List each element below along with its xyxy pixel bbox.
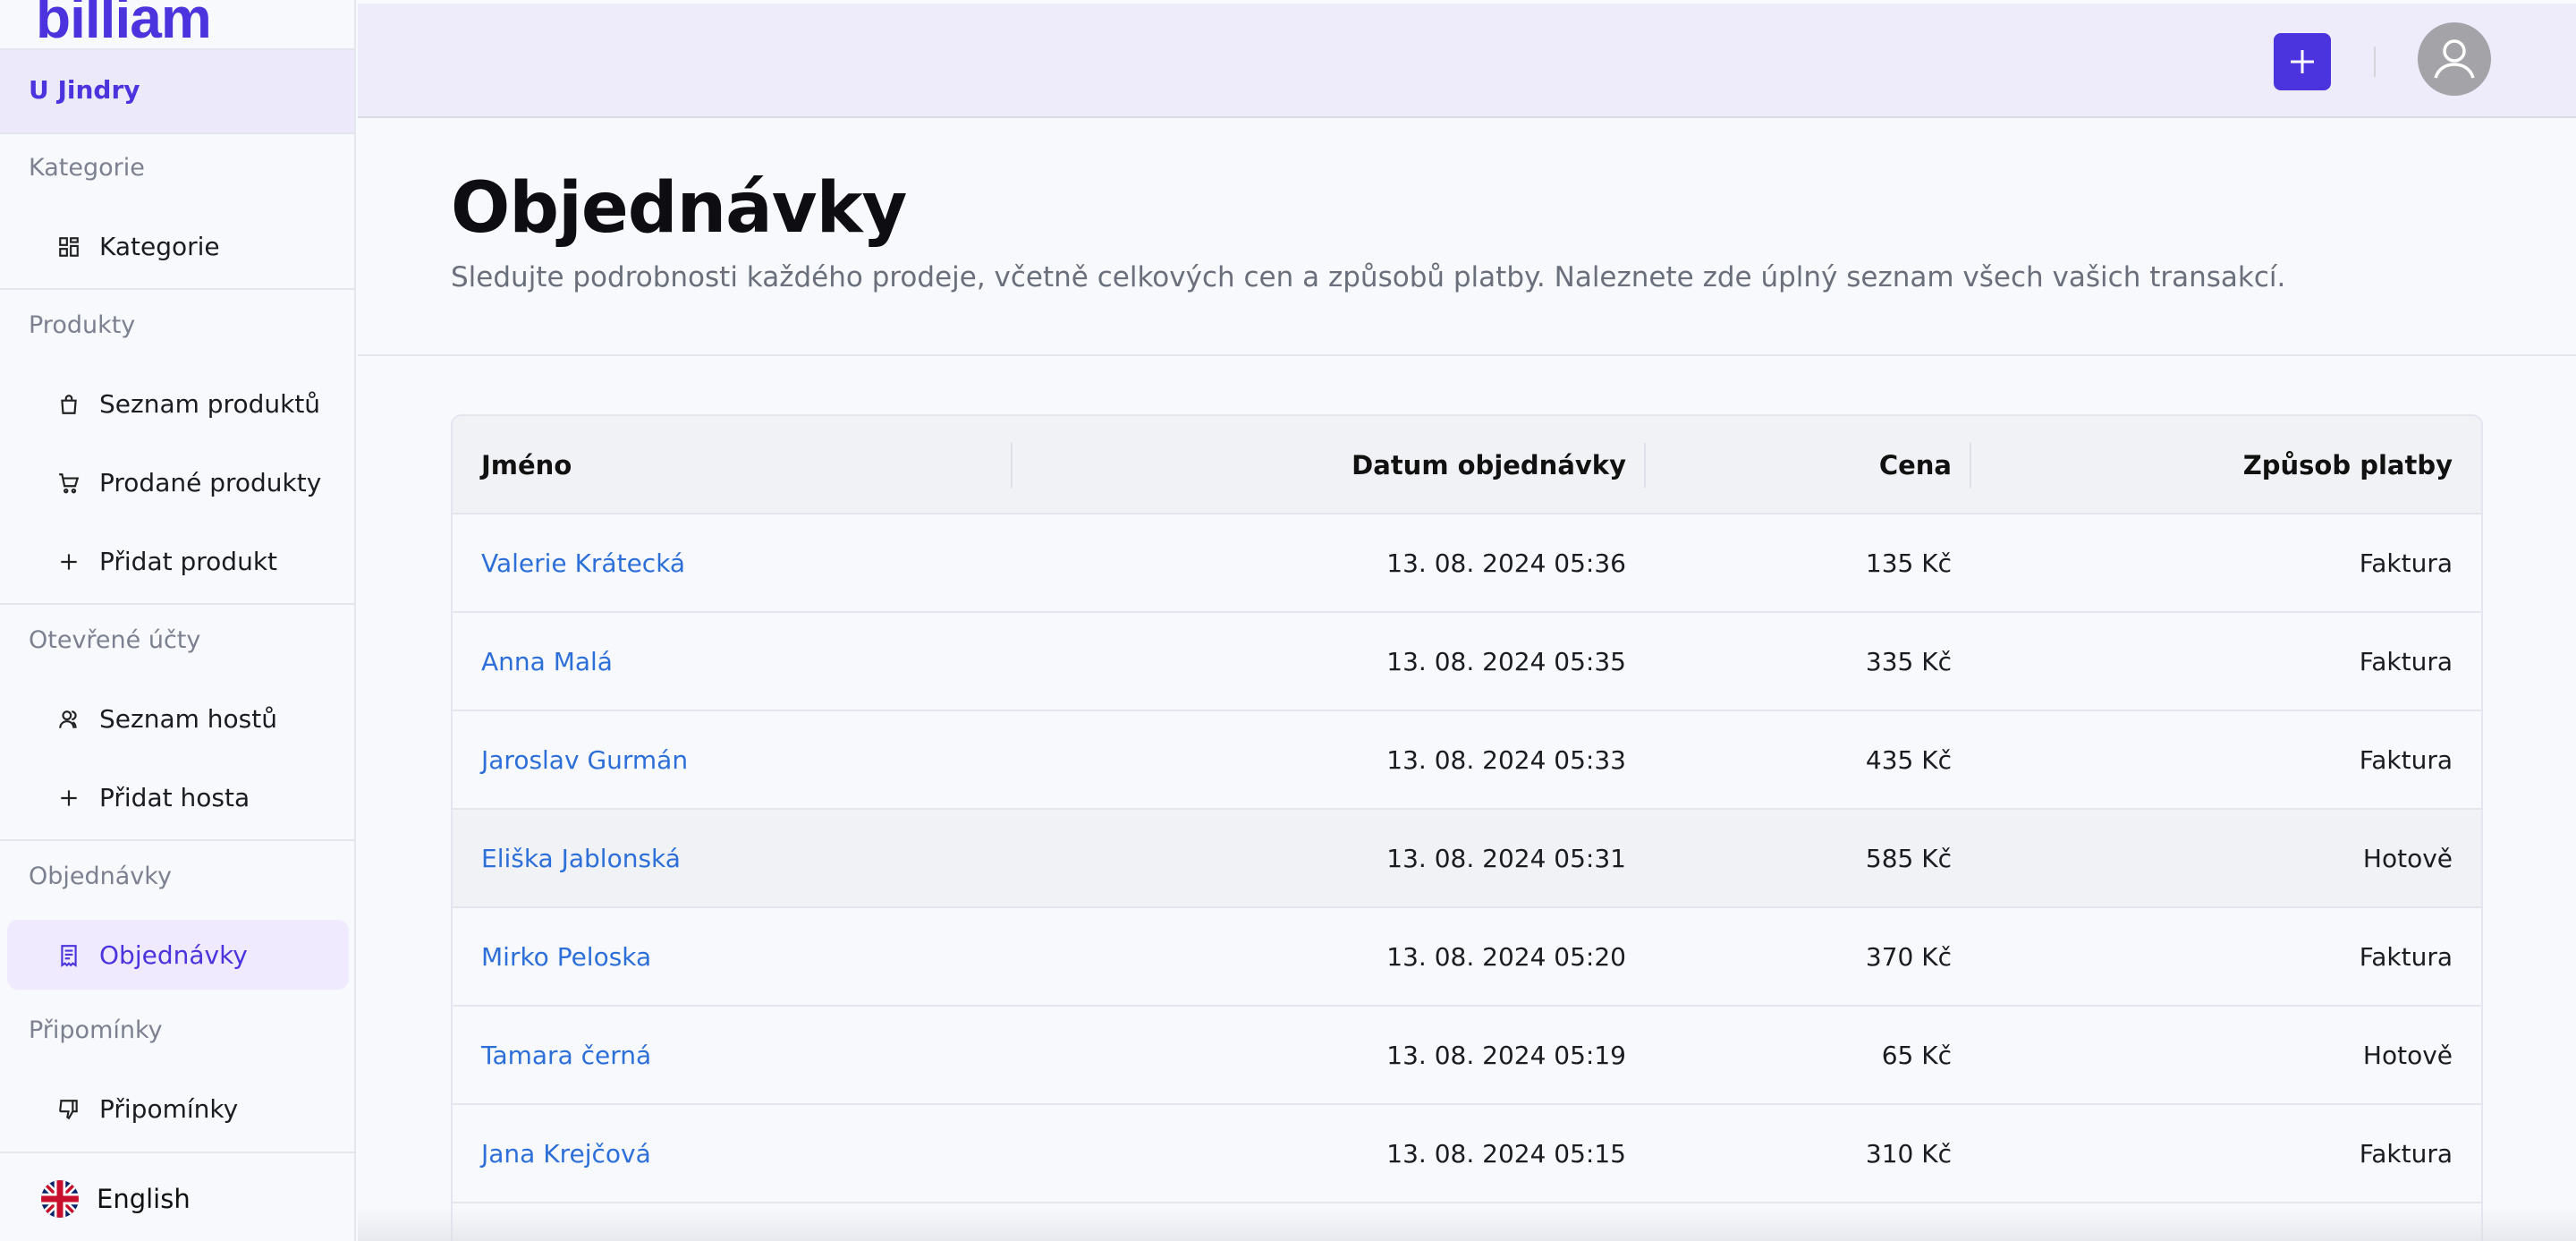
sidebar-item-label: Objednávky — [99, 939, 248, 970]
column-separator — [1970, 443, 1971, 488]
sidebar-item-label: Kategorie — [99, 231, 220, 261]
plus-icon — [61, 554, 77, 570]
orders-table: Jméno Datum objednávky Cena Způsob platb… — [451, 414, 2483, 1241]
app: billiam U Jindry Kategorie Kategorie Pro… — [0, 0, 2576, 1241]
sidebar-item-label: Připomínky — [99, 1093, 239, 1124]
table-row[interactable]: Mirko Peloska 13. 08. 2024 05:20 370 Kč … — [453, 908, 2481, 1007]
customer-name-link[interactable]: Anna Malá — [481, 613, 613, 711]
section-title-kategorie: Kategorie — [29, 154, 145, 182]
divider — [0, 839, 354, 841]
order-date: 13. 08. 2024 05:35 — [1386, 647, 1626, 676]
page-description: Sledujte podrobnosti každého prodeje, vč… — [451, 261, 2286, 293]
divider — [0, 603, 354, 605]
table-row[interactable]: Jaroslav Gurmán 13. 08. 2024 05:33 435 K… — [453, 711, 2481, 810]
column-separator — [1644, 443, 1646, 488]
uk-flag-icon — [41, 1180, 79, 1218]
sidebar-item-objednavky[interactable]: Objednávky — [7, 920, 349, 990]
order-date: 13. 08. 2024 05:31 — [1386, 844, 1626, 873]
payment-method: Faktura — [2359, 647, 2453, 676]
payment-method: Faktura — [2359, 548, 2453, 578]
order-date: 13. 08. 2024 05:36 — [1386, 548, 1626, 578]
payment-method: Faktura — [2359, 745, 2453, 775]
order-price: 135 Kč — [1865, 548, 1952, 578]
workspace-label: U Jindry — [29, 75, 140, 105]
sidebar-item-kategorie[interactable]: Kategorie — [7, 211, 349, 281]
column-header-payment[interactable]: Způsob platby — [2243, 416, 2453, 514]
order-price: 585 Kč — [1865, 844, 1952, 873]
divider — [2374, 47, 2376, 77]
table-header: Jméno Datum objednávky Cena Způsob platb… — [453, 416, 2481, 514]
language-label: English — [97, 1184, 191, 1214]
order-date: 13. 08. 2024 05:15 — [1386, 1139, 1626, 1169]
payment-method: Faktura — [2359, 942, 2453, 972]
section-title-otevrene-ucty: Otevřené účty — [29, 626, 201, 654]
sidebar-item-label: Prodané produkty — [99, 467, 322, 497]
column-separator — [1011, 443, 1013, 488]
user-icon — [2434, 39, 2475, 79]
thumbs-down-icon — [59, 1100, 78, 1120]
grid-icon — [59, 237, 79, 257]
page-title: Objednávky — [451, 168, 907, 249]
order-price: 335 Kč — [1865, 647, 1952, 676]
sidebar-item-label: Přidat hosta — [99, 782, 250, 812]
payment-method: Hotově — [2362, 1041, 2453, 1070]
workspace-name[interactable]: U Jindry — [0, 48, 354, 134]
order-price: 435 Kč — [1865, 745, 1952, 775]
order-date: 13. 08. 2024 05:19 — [1386, 1041, 1626, 1070]
plus-icon — [61, 790, 77, 806]
sidebar: billiam U Jindry Kategorie Kategorie Pro… — [0, 0, 356, 1241]
logo[interactable]: billiam — [36, 0, 211, 48]
order-price: 370 Kč — [1865, 942, 1952, 972]
cart-icon — [59, 473, 80, 494]
customer-name-link[interactable]: Tamara černá — [481, 1007, 651, 1105]
add-button[interactable] — [2274, 33, 2331, 90]
section-title-objednavky: Objednávky — [29, 863, 172, 890]
customer-name-link[interactable]: Eliška Jablonská — [481, 810, 681, 908]
receipt-icon — [61, 945, 77, 967]
table-row[interactable]: Jana Krejčová 13. 08. 2024 05:15 310 Kč … — [453, 1105, 2481, 1203]
column-header-name[interactable]: Jméno — [481, 416, 572, 514]
payment-method: Hotově — [2362, 844, 2453, 873]
table-row[interactable]: Tamara černá 13. 08. 2024 05:19 65 Kč Ho… — [453, 1007, 2481, 1105]
customer-name-link[interactable]: Valerie Krátecká — [481, 514, 685, 613]
order-date: 13. 08. 2024 05:20 — [1386, 942, 1626, 972]
sidebar-item-seznam-hostu[interactable]: Seznam hostů — [7, 684, 349, 753]
table-row[interactable]: Anna Malá 13. 08. 2024 05:35 335 Kč Fakt… — [453, 613, 2481, 711]
topbar — [358, 4, 2576, 118]
table-row[interactable]: Valerie Krátecká 13. 08. 2024 05:36 135 … — [453, 514, 2481, 613]
divider — [358, 354, 2576, 356]
sidebar-item-label: Seznam hostů — [99, 703, 277, 734]
sidebar-item-prodane-produkty[interactable]: Prodané produkty — [7, 447, 349, 517]
language-switcher[interactable]: English — [0, 1152, 354, 1241]
bag-icon — [61, 395, 77, 414]
sidebar-item-label: Seznam produktů — [99, 388, 321, 419]
divider — [0, 288, 354, 290]
order-price: 65 Kč — [1881, 1041, 1952, 1070]
column-header-price[interactable]: Cena — [1879, 416, 1952, 514]
order-date: 13. 08. 2024 05:33 — [1386, 745, 1626, 775]
payment-method: Faktura — [2359, 1139, 2453, 1169]
sidebar-item-pridat-produkt[interactable]: Přidat produkt — [7, 526, 349, 596]
customer-name-link[interactable]: Jana Krejčová — [481, 1105, 651, 1203]
users-icon — [59, 710, 77, 728]
sidebar-item-label: Přidat produkt — [99, 546, 278, 576]
scroll-fade — [358, 1208, 2576, 1241]
sidebar-item-pridat-hosta[interactable]: Přidat hosta — [7, 762, 349, 832]
order-price: 310 Kč — [1865, 1139, 1952, 1169]
sidebar-item-pripominky[interactable]: Připomínky — [7, 1074, 349, 1143]
section-title-produkty: Produkty — [29, 311, 136, 339]
table-row[interactable]: Eliška Jablonská 13. 08. 2024 05:31 585 … — [453, 810, 2481, 908]
customer-name-link[interactable]: Mirko Peloska — [481, 908, 651, 1007]
sidebar-item-seznam-produktu[interactable]: Seznam produktů — [7, 369, 349, 438]
avatar[interactable] — [2418, 22, 2491, 96]
column-header-date[interactable]: Datum objednávky — [1352, 416, 1626, 514]
customer-name-link[interactable]: Jaroslav Gurmán — [481, 711, 688, 810]
section-title-pripominky: Připomínky — [29, 1016, 163, 1044]
